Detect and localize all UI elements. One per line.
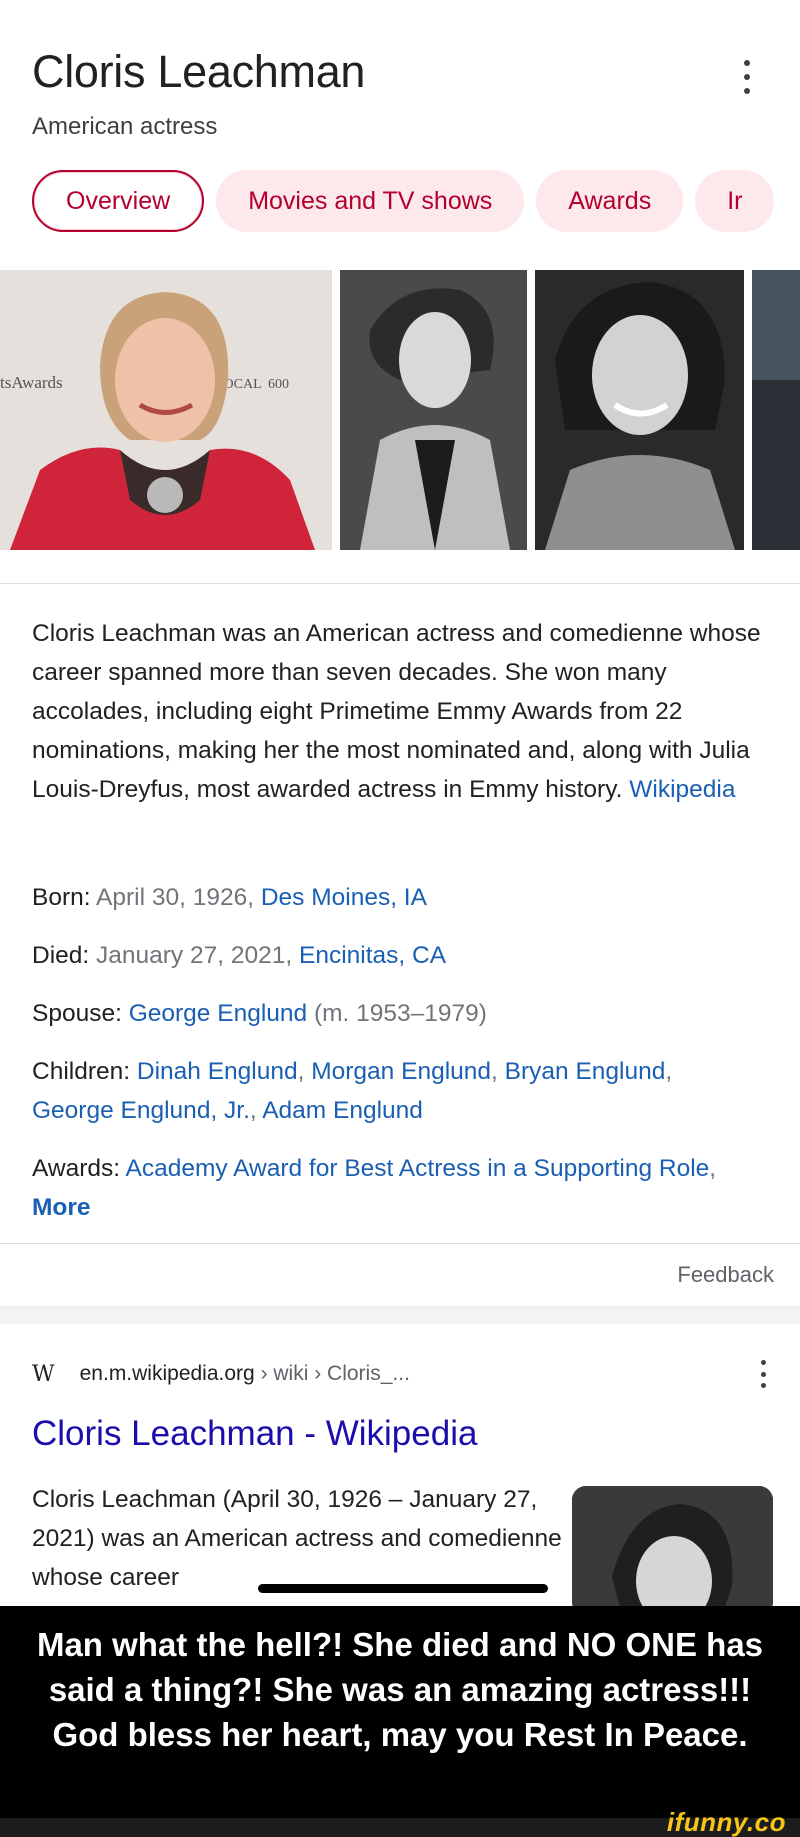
section-divider	[0, 1243, 800, 1244]
died-place-link[interactable]: Encinitas, CA	[299, 942, 446, 969]
wikipedia-favicon-icon: W	[32, 1361, 55, 1387]
ifunny-watermark: ifunny.co	[666, 1807, 786, 1837]
fact-value: January 27, 2021,	[96, 942, 293, 969]
result-separator	[0, 1306, 800, 1324]
fact-label: Children:	[32, 1058, 131, 1085]
photo-partial[interactable]	[752, 270, 800, 550]
entity-description: Cloris Leachman was an American actress …	[32, 614, 772, 809]
fact-label: Awards:	[32, 1155, 121, 1182]
child-link[interactable]: Dinah Englund	[137, 1058, 298, 1085]
child-link[interactable]: Morgan Englund	[311, 1058, 491, 1085]
photo-vintage-2[interactable]	[535, 270, 744, 550]
fact-label: Spouse:	[32, 1000, 122, 1027]
meme-caption: Man what the hell?! She died and NO ONE …	[0, 1622, 800, 1757]
caption-line: God bless her heart, may you Rest In Pea…	[52, 1716, 748, 1753]
result-thumbnail[interactable]	[572, 1486, 773, 1616]
wikipedia-source-link[interactable]: Wikipedia	[629, 776, 735, 803]
spouse-link[interactable]: George Englund	[129, 1000, 307, 1027]
page-subtitle: American actress	[32, 113, 218, 140]
caption-line: Man what the hell?! She died and NO ONE …	[36, 1626, 764, 1663]
result-path: › wiki › Cloris_...	[260, 1362, 410, 1385]
fact-label: Died:	[32, 942, 90, 969]
tab-more-cut-off[interactable]: Ir	[695, 170, 775, 232]
caption-line: said a thing?! She was an amazing actres…	[48, 1671, 752, 1708]
section-divider	[0, 583, 800, 584]
fact-spouse: Spouse: George Englund (m. 1953–1979)	[32, 994, 772, 1033]
fact-born: Born: April 30, 1926, Des Moines, IA	[32, 878, 772, 917]
fact-awards: Awards: Academy Award for Best Actress i…	[32, 1155, 717, 1221]
awards-more-link[interactable]: More	[32, 1194, 91, 1221]
backdrop-text: 600	[268, 377, 289, 392]
fact-died: Died: January 27, 2021, Encinitas, CA	[32, 936, 772, 975]
tab-awards[interactable]: Awards	[536, 170, 684, 232]
result-snippet: Cloris Leachman (April 30, 1926 – Januar…	[32, 1486, 562, 1591]
tab-bar: Overview Movies and TV shows Awards Ir	[32, 170, 775, 232]
photo-vintage-1[interactable]	[340, 270, 527, 550]
feedback-link[interactable]: Feedback	[677, 1262, 774, 1288]
child-link[interactable]: Adam Englund	[262, 1097, 423, 1124]
child-link[interactable]: George Englund, Jr.	[32, 1097, 250, 1124]
backdrop-text: tsAwards	[0, 373, 63, 392]
home-indicator	[258, 1584, 548, 1593]
result-source[interactable]: W en.m.wikipedia.org › wiki › Cloris_...	[32, 1357, 410, 1391]
photo-red-carpet[interactable]: tsAwards LOCAL 600	[0, 270, 332, 550]
fact-value: April 30, 1926,	[96, 884, 255, 911]
born-place-link[interactable]: Des Moines, IA	[261, 884, 427, 911]
child-link[interactable]: Bryan Englund	[505, 1058, 666, 1085]
more-vert-icon[interactable]	[740, 60, 754, 94]
award-link[interactable]: Academy Award for Best Actress in a Supp…	[126, 1155, 710, 1182]
tab-movies-and-tv-shows[interactable]: Movies and TV shows	[216, 170, 525, 232]
result-title-link[interactable]: Cloris Leachman - Wikipedia	[32, 1414, 477, 1454]
result-more-vert-icon[interactable]	[756, 1360, 770, 1388]
page-title: Cloris Leachman	[32, 46, 366, 97]
fact-label: Born:	[32, 884, 91, 911]
image-carousel: tsAwards LOCAL 600	[0, 270, 800, 550]
fact-children: Children: Dinah Englund, Morgan Englund,…	[32, 1058, 673, 1124]
result-domain: en.m.wikipedia.org	[79, 1362, 255, 1385]
tab-overview[interactable]: Overview	[32, 170, 205, 232]
fact-value: (m. 1953–1979)	[313, 1000, 487, 1027]
